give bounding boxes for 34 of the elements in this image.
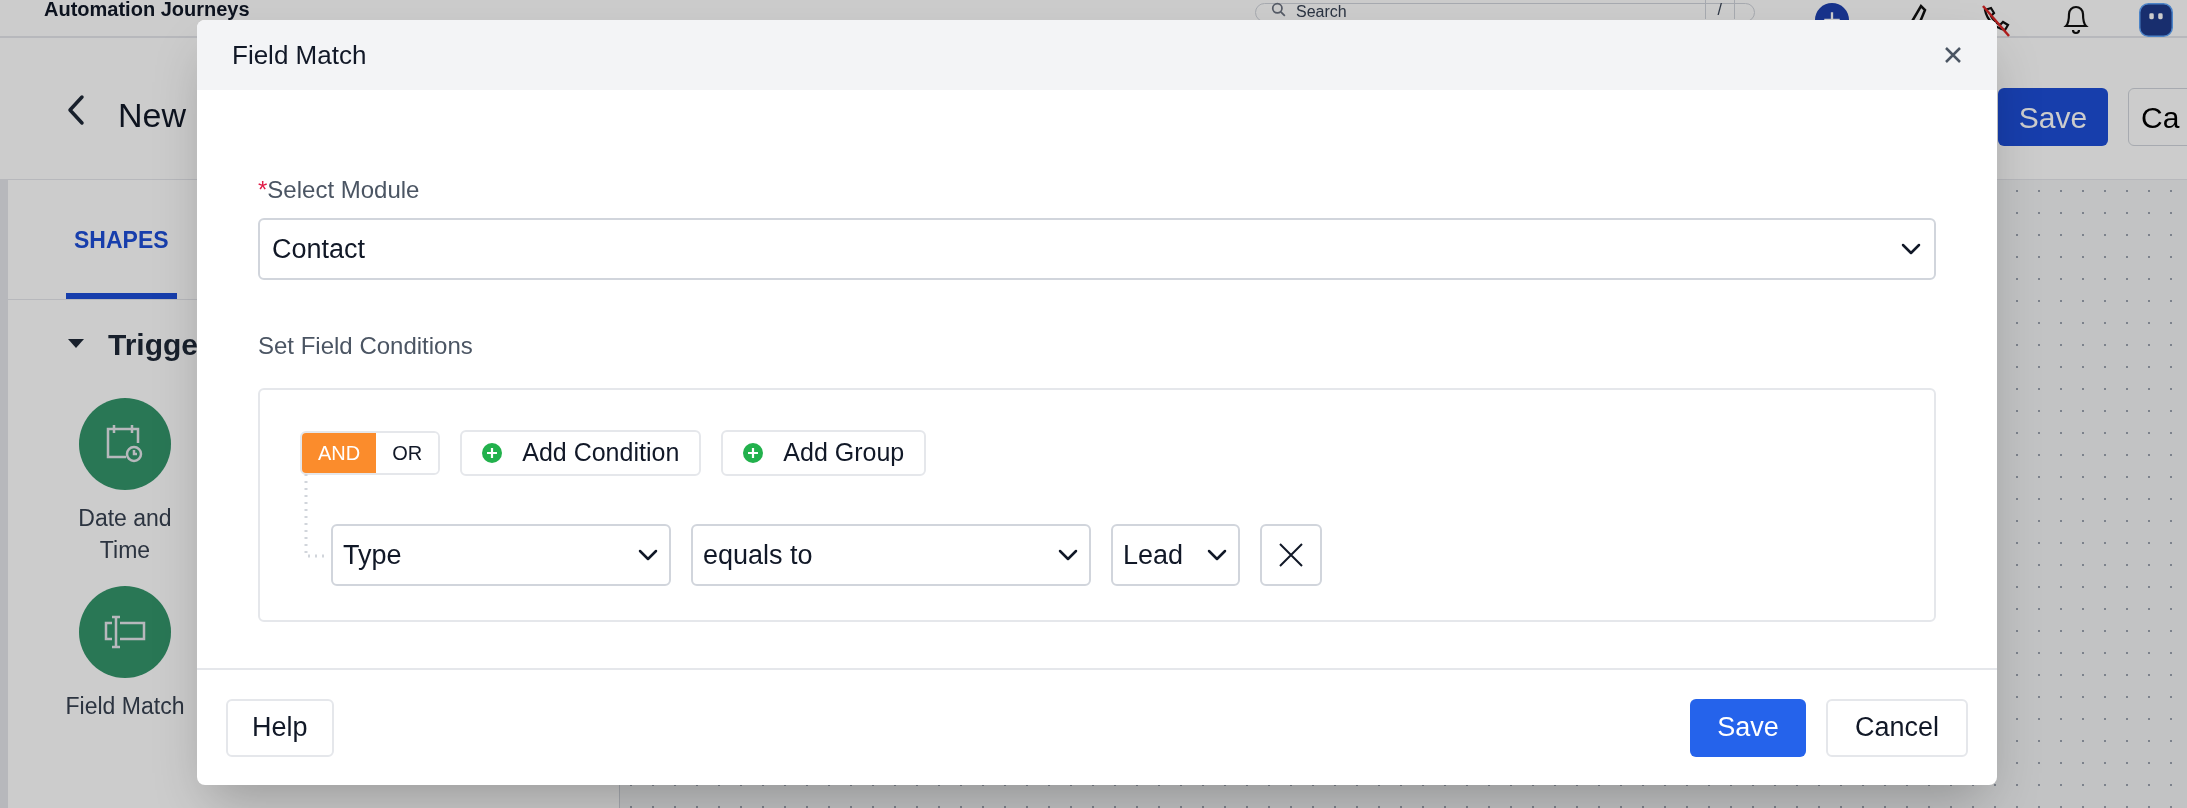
plus-circle-icon (743, 443, 764, 463)
close-icon[interactable] (1944, 46, 1962, 64)
shape-label: Date and Time (77, 504, 173, 565)
close-icon (1278, 542, 1304, 568)
dialog-title: Field Match (232, 38, 367, 72)
chevron-down-icon (1900, 242, 1922, 256)
save-button[interactable]: Save (1998, 88, 2108, 146)
shortcut-key: / (1704, 0, 1735, 19)
back-chevron-icon[interactable] (66, 94, 86, 126)
chevron-down-icon (1057, 548, 1079, 562)
operator-select[interactable]: equals to (691, 524, 1091, 586)
shapes-tab[interactable]: SHAPES (66, 222, 177, 299)
section-heading: Trigge (108, 326, 198, 363)
journey-title: New (118, 95, 187, 136)
save-button[interactable]: Save (1690, 698, 1806, 757)
add-button[interactable]: Add Condition (460, 430, 702, 476)
chevron-down-icon (1206, 548, 1228, 562)
add-button[interactable]: Add Group (721, 430, 927, 476)
section-label: Set Field Conditions (258, 331, 474, 361)
field-select[interactable]: Type (331, 524, 671, 586)
page-title: Automation Journeys (44, 0, 250, 19)
help-button[interactable]: Help (226, 698, 334, 757)
avatar-icon[interactable] (2139, 3, 2173, 37)
cancel-button[interactable]: Ca (2128, 88, 2187, 146)
remove-condition-button[interactable] (1260, 524, 1322, 586)
search-icon (1271, 2, 1286, 17)
shape-label: Field Match (64, 692, 186, 721)
plus-circle-icon (482, 443, 503, 463)
required-mark: * (258, 175, 268, 205)
value-select[interactable]: Lead (1111, 524, 1240, 586)
field-label: Select Module (267, 175, 420, 205)
module-select[interactable]: Contact (258, 218, 1936, 280)
chevron-down-icon (637, 548, 659, 562)
cancel-button[interactable]: Cancel (1826, 698, 1968, 757)
